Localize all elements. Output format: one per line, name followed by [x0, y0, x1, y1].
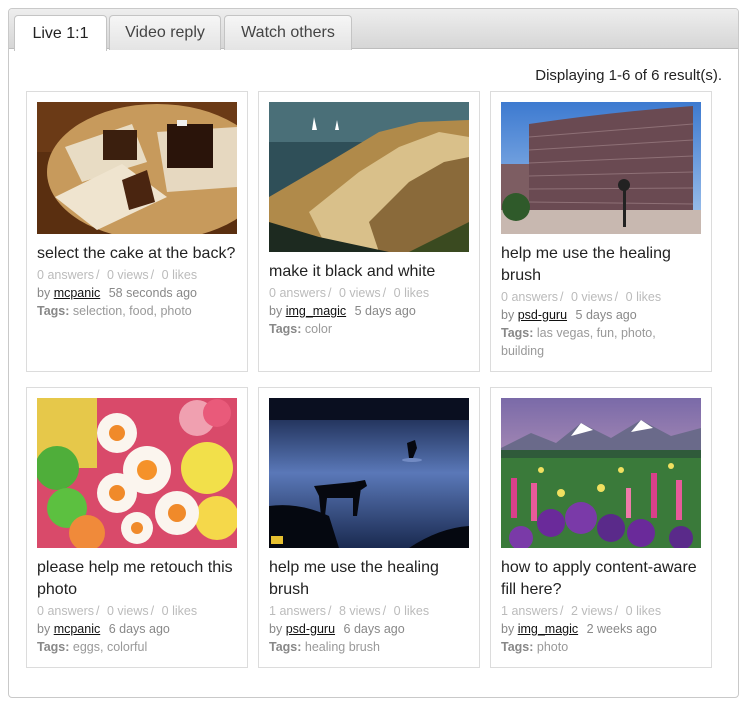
tab-video-reply[interactable]: Video reply — [109, 15, 221, 50]
question-card: make it black and white 0 answers/ 0 vie… — [258, 91, 480, 372]
questions-panel: Live 1:1 Video reply Watch others Displa… — [8, 8, 739, 698]
question-stats: 1 answers/ 2 views/ 0 likes — [501, 604, 662, 618]
question-tags: Tags: selection, food, photo — [37, 304, 192, 318]
question-card: how to apply content-aware fill here? 1 … — [490, 387, 712, 668]
flower-field-icon[interactable] — [501, 398, 701, 548]
question-stats: 0 answers/ 0 views/ 0 likes — [37, 604, 198, 618]
candy-eggs-icon[interactable] — [37, 398, 237, 548]
question-byline: by mcpanic 58 seconds ago — [37, 286, 197, 300]
question-card: select the cake at the back? 0 answers / … — [26, 91, 248, 372]
question-stats: 0 answers/ 0 views/ 0 likes — [37, 268, 198, 282]
question-byline: by mcpanic 6 days ago — [37, 622, 170, 636]
user-link[interactable]: mcpanic — [54, 286, 101, 300]
question-tags: Tags: color — [269, 322, 332, 336]
tab-bar: Live 1:1 Video reply Watch others — [9, 9, 738, 51]
question-title[interactable]: help me use the healing brush — [269, 557, 469, 601]
question-byline: by img_magic 5 days ago — [269, 304, 416, 318]
question-tags: Tags: photo — [501, 640, 569, 654]
question-card: help me use the healing brush 0 answers /… — [490, 91, 712, 372]
question-title[interactable]: please help me retouch this photo — [37, 557, 237, 601]
user-link[interactable]: psd-guru — [518, 308, 567, 322]
dessert-plate-icon[interactable] — [37, 102, 237, 234]
question-tags: Tags: las vegas, fun, photo, building — [501, 326, 656, 358]
question-tags: Tags: eggs, colorful — [37, 640, 148, 654]
user-link[interactable]: img_magic — [286, 304, 346, 318]
question-title[interactable]: select the cake at the back? — [37, 243, 237, 265]
question-tags: Tags: healing brush — [269, 640, 380, 654]
hotel-tower-icon[interactable] — [501, 102, 701, 234]
question-byline: by psd-guru 5 days ago — [501, 308, 637, 322]
moose-lake-icon[interactable] — [269, 398, 469, 548]
question-card: please help me retouch this photo 0 answ… — [26, 387, 248, 668]
question-byline: by psd-guru 6 days ago — [269, 622, 405, 636]
question-card: help me use the healing brush 1 answers /… — [258, 387, 480, 668]
user-link[interactable]: psd-guru — [286, 622, 335, 636]
results-count: Displaying 1-6 of 6 result(s). — [535, 67, 722, 84]
tab-live[interactable]: Live 1:1 — [14, 15, 107, 51]
coastal-cliff-icon[interactable] — [269, 102, 469, 252]
question-stats: 1 answers/ 8 views/ 0 likes — [269, 604, 430, 618]
user-link[interactable]: mcpanic — [54, 622, 101, 636]
question-byline: by img_magic 2 weeks ago — [501, 622, 657, 636]
question-stats: 0 answers/ 0 views/ 0 likes — [269, 286, 430, 300]
question-stats: 0 answers/ 0 views/ 0 likes — [501, 290, 662, 304]
question-title[interactable]: make it black and white — [269, 261, 469, 283]
user-link[interactable]: img_magic — [518, 622, 578, 636]
question-title[interactable]: how to apply content-aware fill here? — [501, 557, 701, 601]
tab-watch-others[interactable]: Watch others — [224, 15, 352, 50]
question-title[interactable]: help me use the healing brush — [501, 243, 701, 287]
